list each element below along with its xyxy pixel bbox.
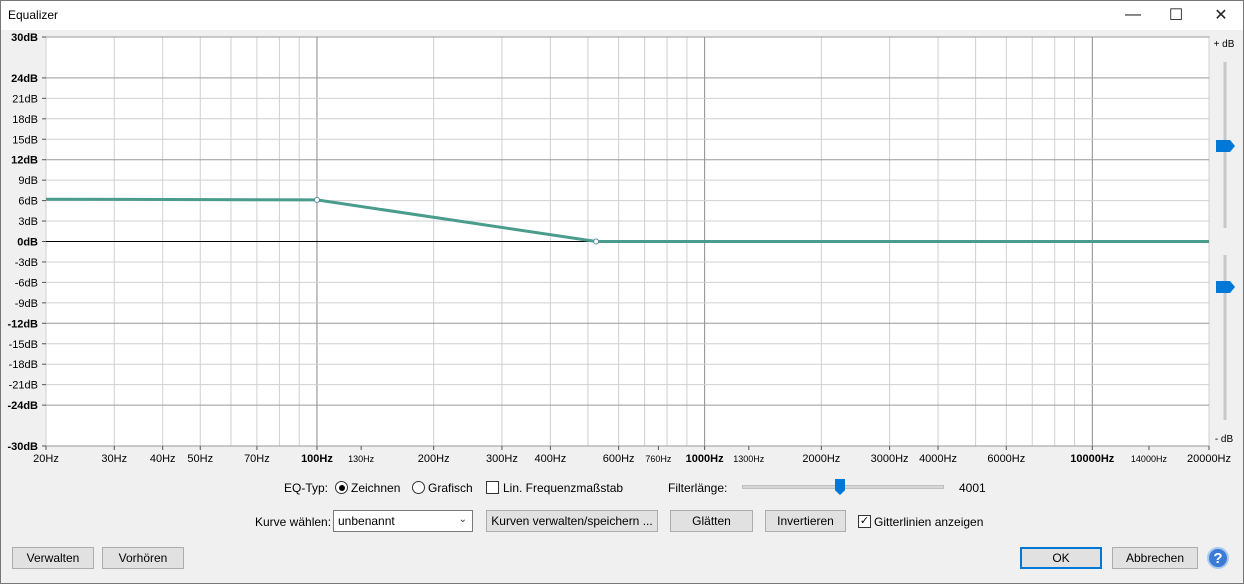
db-tick-label: -12dB bbox=[7, 318, 38, 330]
db-tick-label: 12dB bbox=[11, 155, 38, 167]
db-tick-label: 15dB bbox=[12, 134, 38, 146]
curve-point[interactable] bbox=[313, 196, 320, 203]
freq-tick-label: 40Hz bbox=[150, 453, 176, 465]
frequency-axis: 20Hz 30Hz 40Hz 50Hz 70Hz 100Hz 130Hz 200Hz 300Hz… bbox=[33, 446, 1231, 465]
lin-freq-checkbox[interactable] bbox=[486, 481, 499, 494]
title-bar: Equalizer — ☐ ✕ bbox=[0, 0, 1244, 30]
preview-button[interactable]: Vorhören bbox=[102, 547, 184, 569]
window-title: Equalizer bbox=[8, 8, 59, 22]
cancel-button[interactable]: Abbrechen bbox=[1112, 547, 1198, 569]
db-tick-label: -21dB bbox=[9, 380, 38, 392]
chevron-down-icon: ⌄ bbox=[458, 514, 467, 525]
freq-tick-label: 20Hz bbox=[33, 453, 59, 465]
grid-checkbox[interactable]: ✓ bbox=[858, 515, 871, 528]
eq-type-label: EQ-Typ: bbox=[284, 481, 329, 495]
db-tick-label: 3dB bbox=[18, 216, 38, 228]
freq-tick-label: 300Hz bbox=[486, 453, 518, 465]
eq-graph[interactable]: 30dB 24dB 21dB 18dB 15dB 12dB 9dB 6dB 3dB 0dB -3dB… bbox=[0, 30, 1244, 470]
curve-point[interactable] bbox=[593, 238, 600, 245]
db-tick-label: 24dB bbox=[11, 73, 38, 85]
ok-button[interactable]: OK bbox=[1020, 547, 1102, 569]
manage-curves-button[interactable]: Kurven verwalten/speichern ... bbox=[486, 510, 658, 532]
db-tick-label: -6dB bbox=[15, 277, 38, 289]
db-tick-label: -15dB bbox=[9, 339, 38, 351]
maximize-button[interactable]: ☐ bbox=[1153, 0, 1199, 30]
graphic-label[interactable]: Grafisch bbox=[428, 481, 473, 495]
invert-button[interactable]: Invertieren bbox=[765, 510, 846, 532]
freq-tick-label: 10000Hz bbox=[1070, 453, 1115, 465]
max-db-slider-thumb[interactable] bbox=[1216, 140, 1235, 152]
draw-radio[interactable] bbox=[335, 481, 348, 494]
db-tick-label: 6dB bbox=[18, 196, 38, 208]
help-icon[interactable]: ? bbox=[1207, 547, 1229, 569]
gain-sliders[interactable]: + dB - dB bbox=[1214, 39, 1235, 445]
freq-tick-label: 6000Hz bbox=[987, 453, 1025, 465]
draw-label[interactable]: Zeichnen bbox=[351, 481, 400, 495]
freq-tick-label: 2000Hz bbox=[802, 453, 840, 465]
filter-length-slider-thumb[interactable] bbox=[835, 479, 845, 495]
freq-tick-label: 20000Hz bbox=[1187, 453, 1231, 465]
manage-button[interactable]: Verwalten bbox=[12, 547, 94, 569]
lin-freq-label[interactable]: Lin. Frequenzmaßstab bbox=[503, 481, 623, 495]
freq-tick-label: 4000Hz bbox=[919, 453, 957, 465]
filter-length-value: 4001 bbox=[959, 481, 986, 495]
db-tick-label: 9dB bbox=[18, 175, 38, 187]
db-tick-label: -24dB bbox=[7, 400, 38, 412]
curve-select-value: unbenannt bbox=[338, 514, 395, 528]
freq-tick-label: 70Hz bbox=[244, 453, 270, 465]
freq-tick-label: 14000Hz bbox=[1131, 454, 1168, 464]
freq-tick-label: 760Hz bbox=[645, 454, 672, 464]
choose-curve-label: Kurve wählen: bbox=[255, 515, 332, 529]
plus-db-label: + dB bbox=[1214, 39, 1235, 50]
minimize-button[interactable]: — bbox=[1110, 0, 1156, 30]
smooth-button[interactable]: Glätten bbox=[670, 510, 753, 532]
filter-length-label: Filterlänge: bbox=[668, 481, 728, 495]
db-tick-label: -3dB bbox=[15, 257, 38, 269]
db-tick-label: 30dB bbox=[11, 32, 38, 44]
freq-tick-label: 1000Hz bbox=[686, 453, 724, 465]
db-tick-label: -30dB bbox=[7, 441, 38, 453]
freq-tick-label: 400Hz bbox=[534, 453, 566, 465]
curve-select[interactable]: unbenannt ⌄ bbox=[333, 510, 473, 532]
db-axis: 30dB 24dB 21dB 18dB 15dB 12dB 9dB 6dB 3dB 0dB -3dB… bbox=[7, 32, 46, 453]
freq-tick-label: 3000Hz bbox=[871, 453, 909, 465]
graphic-radio[interactable] bbox=[412, 481, 425, 494]
min-db-slider-thumb[interactable] bbox=[1216, 281, 1235, 293]
freq-tick-label: 600Hz bbox=[603, 453, 635, 465]
freq-tick-label: 50Hz bbox=[187, 453, 213, 465]
db-tick-label: 18dB bbox=[12, 114, 38, 126]
freq-tick-label: 200Hz bbox=[418, 453, 450, 465]
db-tick-label: -9dB bbox=[15, 298, 38, 310]
db-tick-label: 0dB bbox=[17, 237, 38, 249]
db-tick-label: 21dB bbox=[12, 93, 38, 105]
freq-tick-label: 100Hz bbox=[301, 453, 333, 465]
freq-tick-label: 1300Hz bbox=[733, 454, 765, 464]
minus-db-label: - dB bbox=[1215, 434, 1234, 445]
freq-tick-label: 130Hz bbox=[348, 454, 375, 464]
close-button[interactable]: ✕ bbox=[1198, 0, 1244, 30]
grid-label[interactable]: Gitterlinien anzeigen bbox=[874, 515, 983, 529]
db-tick-label: -18dB bbox=[9, 359, 38, 371]
freq-tick-label: 30Hz bbox=[101, 453, 127, 465]
